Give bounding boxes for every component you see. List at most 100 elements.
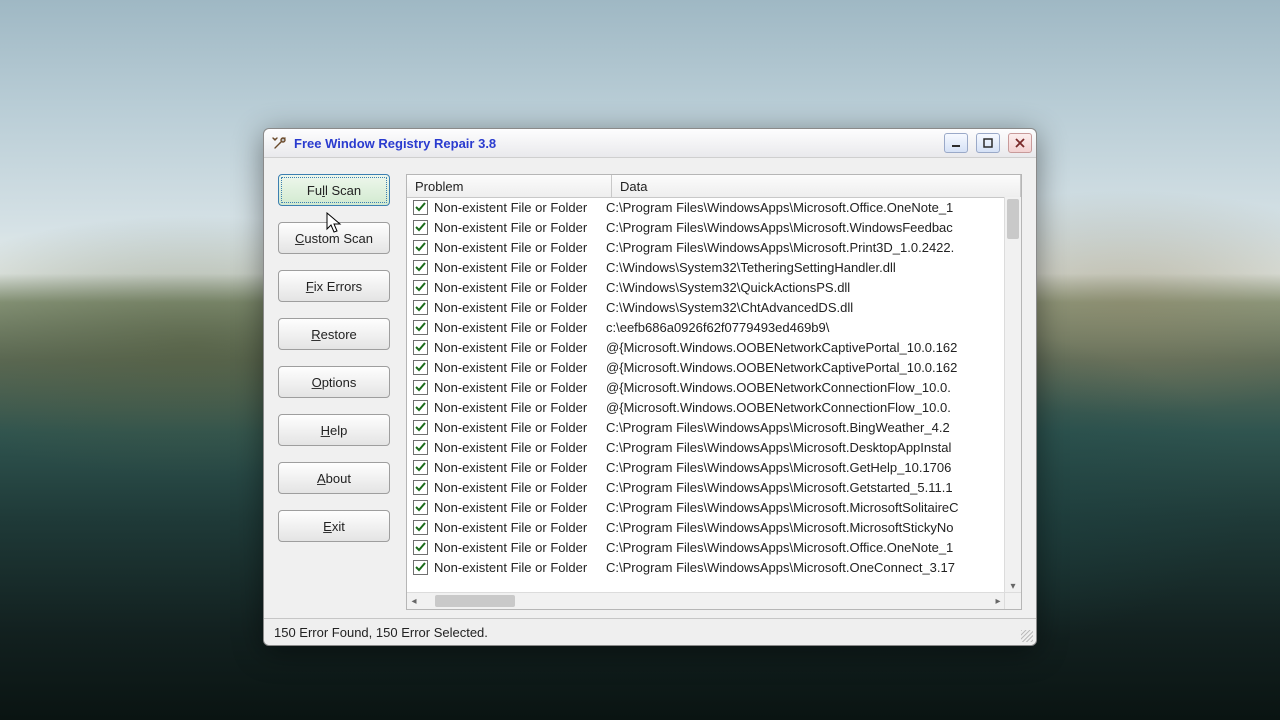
table-row[interactable]: Non-existent File or FolderC:\Program Fi…	[407, 237, 1005, 257]
rows-viewport[interactable]: Non-existent File or FolderC:\Program Fi…	[407, 197, 1005, 593]
table-row[interactable]: Non-existent File or FolderC:\Program Fi…	[407, 497, 1005, 517]
row-checkbox[interactable]	[413, 220, 428, 235]
cell-data: @{Microsoft.Windows.OOBENetworkConnectio…	[600, 400, 1005, 415]
cell-data: C:\Program Files\WindowsApps\Microsoft.O…	[600, 540, 1005, 555]
about-button[interactable]: About	[278, 462, 390, 494]
horizontal-scrollbar[interactable]: ◂ ▸	[407, 592, 1005, 609]
table-row[interactable]: Non-existent File or FolderC:\Program Fi…	[407, 477, 1005, 497]
status-text: 150 Error Found, 150 Error Selected.	[274, 625, 488, 640]
cell-problem: Non-existent File or Folder	[434, 400, 600, 415]
sidebar: Full Scan Custom Scan Fix Errors Restore Opt…	[278, 174, 390, 610]
cell-data: C:\Program Files\WindowsApps\Microsoft.D…	[600, 440, 1005, 455]
cell-problem: Non-existent File or Folder	[434, 480, 600, 495]
cell-data: @{Microsoft.Windows.OOBENetworkCaptivePo…	[600, 360, 1005, 375]
cell-problem: Non-existent File or Folder	[434, 440, 600, 455]
results-list: Problem Data Non-existent File or Folder…	[406, 174, 1022, 610]
cell-data: C:\Windows\System32\TetheringSettingHand…	[600, 260, 1005, 275]
cell-problem: Non-existent File or Folder	[434, 260, 600, 275]
cell-problem: Non-existent File or Folder	[434, 420, 600, 435]
app-icon	[272, 135, 288, 151]
cell-problem: Non-existent File or Folder	[434, 540, 600, 555]
cell-data: C:\Program Files\WindowsApps\Microsoft.G…	[600, 480, 1005, 495]
cell-problem: Non-existent File or Folder	[434, 360, 600, 375]
table-row[interactable]: Non-existent File or FolderC:\Program Fi…	[407, 437, 1005, 457]
help-button[interactable]: Help	[278, 414, 390, 446]
cell-data: @{Microsoft.Windows.OOBENetworkCaptivePo…	[600, 340, 1005, 355]
column-headers[interactable]: Problem Data	[407, 175, 1021, 198]
row-checkbox[interactable]	[413, 460, 428, 475]
horizontal-scroll-thumb[interactable]	[435, 595, 515, 607]
cell-data: C:\Windows\System32\ChtAdvancedDS.dll	[600, 300, 1005, 315]
column-header-problem[interactable]: Problem	[407, 175, 612, 197]
fix-errors-button[interactable]: Fix Errors	[278, 270, 390, 302]
row-checkbox[interactable]	[413, 380, 428, 395]
row-checkbox[interactable]	[413, 520, 428, 535]
row-checkbox[interactable]	[413, 560, 428, 575]
row-checkbox[interactable]	[413, 400, 428, 415]
restore-button[interactable]: Restore	[278, 318, 390, 350]
table-row[interactable]: Non-existent File or FolderC:\Program Fi…	[407, 517, 1005, 537]
row-checkbox[interactable]	[413, 280, 428, 295]
cell-problem: Non-existent File or Folder	[434, 460, 600, 475]
table-row[interactable]: Non-existent File or FolderC:\Program Fi…	[407, 417, 1005, 437]
table-row[interactable]: Non-existent File or Folderc:\eefb686a09…	[407, 317, 1005, 337]
options-button[interactable]: Options	[278, 366, 390, 398]
minimize-button[interactable]	[944, 133, 968, 153]
cell-problem: Non-existent File or Folder	[434, 500, 600, 515]
cell-data: C:\Program Files\WindowsApps\Microsoft.M…	[600, 500, 1005, 515]
resize-grip[interactable]	[1021, 630, 1033, 642]
exit-button[interactable]: Exit	[278, 510, 390, 542]
vertical-scroll-thumb[interactable]	[1007, 199, 1019, 239]
row-checkbox[interactable]	[413, 300, 428, 315]
app-window: Free Window Registry Repair 3.8 Full Sca…	[263, 128, 1037, 646]
row-checkbox[interactable]	[413, 420, 428, 435]
cell-data: C:\Program Files\WindowsApps\Microsoft.B…	[600, 420, 1005, 435]
table-row[interactable]: Non-existent File or Folder@{Microsoft.W…	[407, 337, 1005, 357]
table-row[interactable]: Non-existent File or FolderC:\Windows\Sy…	[407, 257, 1005, 277]
horizontal-scroll-track[interactable]	[421, 593, 991, 609]
cell-data: C:\Program Files\WindowsApps\Microsoft.O…	[600, 560, 1005, 575]
row-checkbox[interactable]	[413, 240, 428, 255]
cell-problem: Non-existent File or Folder	[434, 220, 600, 235]
full-scan-button[interactable]: Full Scan	[278, 174, 390, 206]
table-row[interactable]: Non-existent File or Folder@{Microsoft.W…	[407, 357, 1005, 377]
cell-problem: Non-existent File or Folder	[434, 520, 600, 535]
scroll-left-arrow[interactable]: ◂	[407, 596, 421, 607]
cell-data: C:\Program Files\WindowsApps\Microsoft.M…	[600, 520, 1005, 535]
cell-data: C:\Program Files\WindowsApps\Microsoft.G…	[600, 460, 1005, 475]
row-checkbox[interactable]	[413, 340, 428, 355]
row-checkbox[interactable]	[413, 320, 428, 335]
table-row[interactable]: Non-existent File or Folder@{Microsoft.W…	[407, 397, 1005, 417]
scrollbar-corner	[1004, 592, 1021, 609]
row-checkbox[interactable]	[413, 500, 428, 515]
close-button[interactable]	[1008, 133, 1032, 153]
row-checkbox[interactable]	[413, 540, 428, 555]
vertical-scrollbar[interactable]: ▾	[1004, 197, 1021, 593]
cell-problem: Non-existent File or Folder	[434, 280, 600, 295]
cell-problem: Non-existent File or Folder	[434, 200, 600, 215]
cell-data: @{Microsoft.Windows.OOBENetworkConnectio…	[600, 380, 1005, 395]
table-row[interactable]: Non-existent File or FolderC:\Program Fi…	[407, 217, 1005, 237]
row-checkbox[interactable]	[413, 480, 428, 495]
table-row[interactable]: Non-existent File or FolderC:\Windows\Sy…	[407, 297, 1005, 317]
row-checkbox[interactable]	[413, 200, 428, 215]
scroll-down-arrow[interactable]: ▾	[1005, 579, 1021, 593]
custom-scan-button[interactable]: Custom Scan	[278, 222, 390, 254]
table-row[interactable]: Non-existent File or FolderC:\Program Fi…	[407, 557, 1005, 577]
maximize-button[interactable]	[976, 133, 1000, 153]
table-row[interactable]: Non-existent File or FolderC:\Windows\Sy…	[407, 277, 1005, 297]
client-area: Full Scan Custom Scan Fix Errors Restore Opt…	[264, 158, 1036, 618]
row-checkbox[interactable]	[413, 440, 428, 455]
table-row[interactable]: Non-existent File or FolderC:\Program Fi…	[407, 197, 1005, 217]
cell-data: C:\Windows\System32\QuickActionsPS.dll	[600, 280, 1005, 295]
titlebar[interactable]: Free Window Registry Repair 3.8	[264, 129, 1036, 158]
row-checkbox[interactable]	[413, 360, 428, 375]
cell-data: C:\Program Files\WindowsApps\Microsoft.O…	[600, 200, 1005, 215]
table-row[interactable]: Non-existent File or FolderC:\Program Fi…	[407, 537, 1005, 557]
row-checkbox[interactable]	[413, 260, 428, 275]
scroll-right-arrow[interactable]: ▸	[991, 596, 1005, 607]
table-row[interactable]: Non-existent File or FolderC:\Program Fi…	[407, 457, 1005, 477]
cell-problem: Non-existent File or Folder	[434, 560, 600, 575]
column-header-data[interactable]: Data	[612, 175, 1021, 197]
table-row[interactable]: Non-existent File or Folder@{Microsoft.W…	[407, 377, 1005, 397]
